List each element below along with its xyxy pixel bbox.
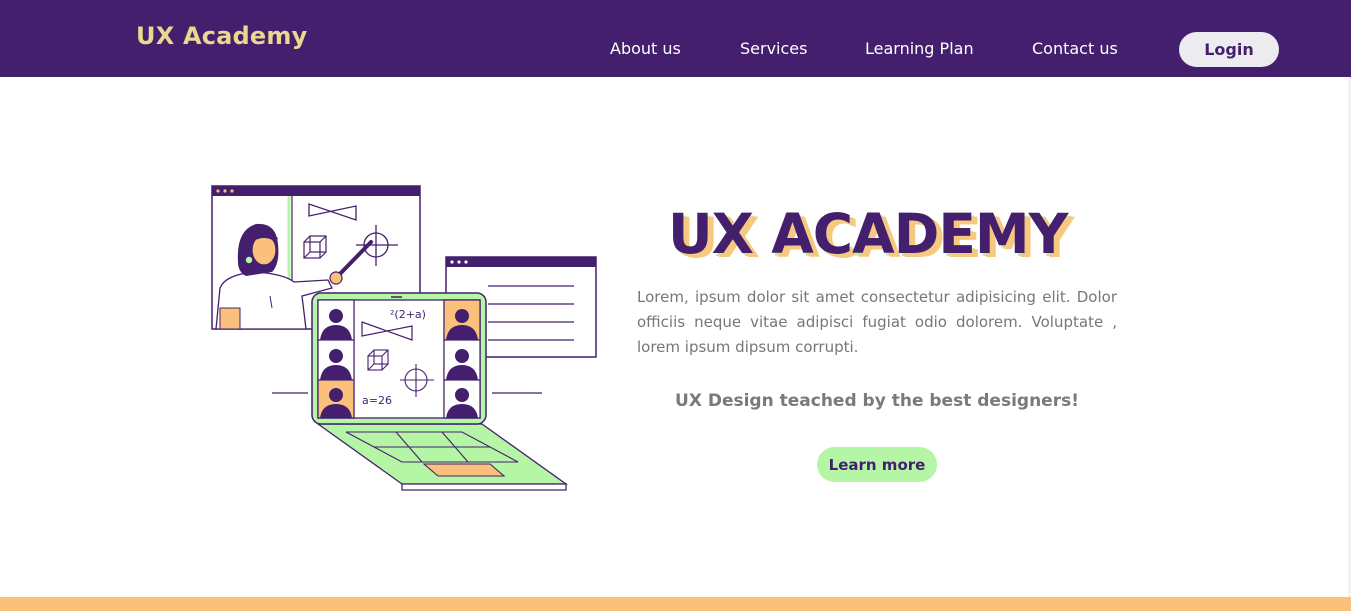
online-class-illustration: ²(2+a) a=26 — [211, 185, 597, 491]
footer-strip — [0, 597, 1351, 611]
login-button[interactable]: Login — [1179, 32, 1279, 67]
nav-services[interactable]: Services — [740, 39, 807, 58]
hero-title: UX ACADEMY — [668, 202, 1069, 266]
learn-more-button[interactable]: Learn more — [817, 447, 937, 482]
site-logo[interactable]: UX Academy — [136, 22, 307, 50]
board-formula-top: ²(2+a) — [390, 308, 426, 321]
top-navbar: UX Academy About us Services Learning Pl… — [0, 0, 1351, 77]
nav-contact-us[interactable]: Contact us — [1032, 39, 1118, 58]
hero-tagline: UX Design teached by the best designers! — [675, 391, 1079, 411]
hero-description: Lorem, ipsum dolor sit amet consectetur … — [637, 288, 1117, 356]
nav-about-us[interactable]: About us — [610, 39, 681, 58]
nav-learning-plan[interactable]: Learning Plan — [865, 39, 974, 58]
board-formula-bottom: a=26 — [362, 394, 392, 407]
